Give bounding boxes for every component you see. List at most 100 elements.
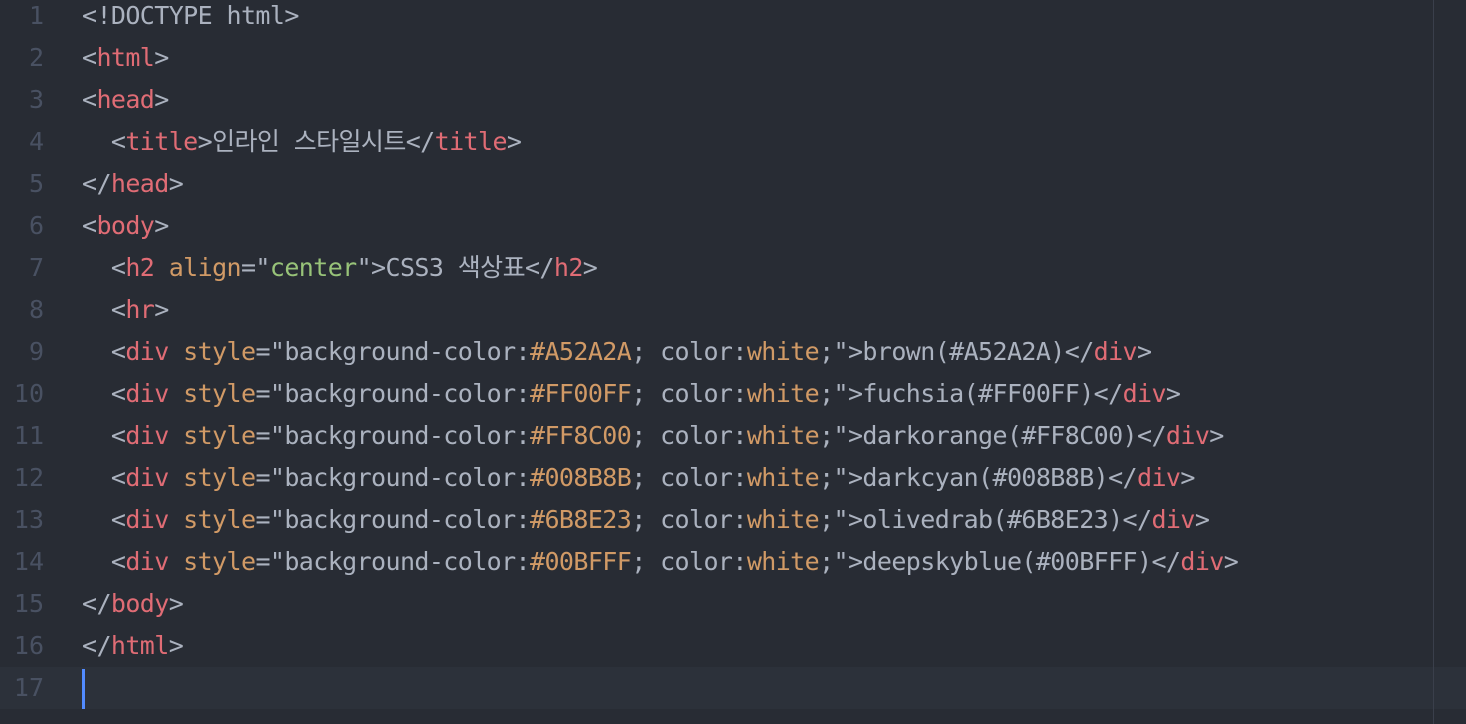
code-text[interactable]: <html> bbox=[82, 37, 169, 79]
code-token: > bbox=[1165, 379, 1181, 408]
code-token: ="background-color: bbox=[255, 421, 531, 450]
code-text[interactable]: </body> bbox=[82, 583, 184, 625]
code-token: ;">deepskyblue(#00BFFF)</ bbox=[819, 547, 1181, 576]
code-token: html bbox=[96, 43, 155, 72]
code-token: > bbox=[1223, 547, 1239, 576]
line-number: 10 bbox=[13, 379, 44, 408]
code-token: > bbox=[154, 43, 169, 72]
code-line[interactable]: 14 <div style="background-color:#00BFFF;… bbox=[0, 541, 1434, 583]
code-text[interactable]: <h2 align="center">CSS3 색상표</h2> bbox=[82, 247, 598, 289]
line-number: 13 bbox=[13, 505, 44, 534]
code-text[interactable]: </html> bbox=[82, 625, 184, 667]
code-token: align bbox=[168, 253, 242, 282]
code-token: > bbox=[168, 631, 184, 660]
line-number: 1 bbox=[28, 1, 44, 30]
code-text[interactable]: <div style="background-color:#FF8C00; co… bbox=[82, 415, 1224, 457]
code-token: div bbox=[1165, 421, 1210, 450]
code-token: >인라인 스타일시트</ bbox=[197, 127, 436, 156]
line-number: 4 bbox=[28, 127, 44, 156]
code-line[interactable]: 13 <div style="background-color:#6B8E23;… bbox=[0, 499, 1434, 541]
code-line[interactable]: 3 <head> bbox=[0, 79, 1434, 121]
code-line[interactable]: 11 <div style="background-color:#FF8C00;… bbox=[0, 415, 1434, 457]
line-number: 11 bbox=[13, 421, 44, 450]
code-token: #6B8E23 bbox=[530, 505, 632, 534]
code-editor[interactable]: 1 <!DOCTYPE html> 2 <html> 3 <head> 4 <title>인… bbox=[0, 0, 1466, 724]
code-token: ; color: bbox=[631, 379, 747, 408]
line-number: 15 bbox=[13, 589, 44, 618]
line-number: 7 bbox=[28, 253, 44, 282]
code-text[interactable]: <div style="background-color:#00BFFF; co… bbox=[82, 541, 1239, 583]
code-token: div bbox=[125, 505, 169, 534]
code-token: div bbox=[1093, 337, 1138, 366]
code-token: style bbox=[183, 463, 256, 492]
code-line[interactable]: 8 <hr> bbox=[0, 289, 1434, 331]
code-token: < bbox=[82, 379, 126, 408]
code-token: #008B8B bbox=[530, 463, 632, 492]
code-token: > bbox=[1194, 505, 1210, 534]
code-text[interactable]: <title>인라인 스타일시트</title> bbox=[82, 121, 522, 163]
code-token: title bbox=[125, 127, 198, 156]
text-cursor bbox=[82, 669, 85, 709]
code-token: < bbox=[82, 211, 97, 240]
line-number: 16 bbox=[13, 631, 44, 660]
code-line[interactable]: 9 <div style="background-color:#A52A2A; … bbox=[0, 331, 1434, 373]
code-token: style bbox=[183, 337, 256, 366]
code-line[interactable]: 16 </html> bbox=[0, 625, 1434, 667]
code-token: > bbox=[154, 295, 169, 324]
code-token: ; color: bbox=[631, 505, 747, 534]
code-token: title bbox=[434, 127, 508, 156]
code-token: head bbox=[96, 85, 155, 114]
code-token: > bbox=[168, 589, 184, 618]
code-line[interactable]: 6 <body> bbox=[0, 205, 1434, 247]
line-number: 5 bbox=[28, 169, 44, 198]
code-token: > bbox=[1180, 463, 1195, 492]
code-token: </ bbox=[82, 631, 112, 660]
code-token: div bbox=[1180, 547, 1224, 576]
code-text[interactable]: <head> bbox=[82, 79, 169, 121]
code-token: < bbox=[82, 421, 126, 450]
code-token: ="background-color: bbox=[255, 547, 531, 576]
code-token: <!DOCTYPE html> bbox=[82, 1, 299, 30]
code-text[interactable]: <div style="background-color:#A52A2A; co… bbox=[82, 331, 1152, 373]
code-token: white bbox=[746, 337, 820, 366]
line-number: 14 bbox=[13, 547, 44, 576]
code-token: #00BFFF bbox=[530, 547, 632, 576]
code-line[interactable]: 15 </body> bbox=[0, 583, 1434, 625]
code-token: ; color: bbox=[631, 547, 747, 576]
code-text[interactable]: <!DOCTYPE html> bbox=[82, 0, 299, 37]
code-line[interactable]: 4 <title>인라인 스타일시트</title> bbox=[0, 121, 1434, 163]
code-token: style bbox=[183, 505, 256, 534]
code-text[interactable]: <div style="background-color:#008B8B; co… bbox=[82, 457, 1196, 499]
code-token: div bbox=[1137, 463, 1181, 492]
code-text[interactable]: <div style="background-color:#FF00FF; co… bbox=[82, 373, 1181, 415]
code-token: ="background-color: bbox=[255, 379, 531, 408]
code-line[interactable]: 1 <!DOCTYPE html> bbox=[0, 0, 1434, 37]
code-token: div bbox=[125, 421, 169, 450]
code-line[interactable]: 7 <h2 align="center">CSS3 색상표</h2> bbox=[0, 247, 1434, 289]
code-text[interactable]: </head> bbox=[82, 163, 184, 205]
code-token: < bbox=[82, 463, 126, 492]
code-token: ="background-color: bbox=[255, 463, 531, 492]
code-line[interactable]: 10 <div style="background-color:#FF00FF;… bbox=[0, 373, 1434, 415]
code-text[interactable]: <hr> bbox=[82, 289, 169, 331]
code-token: ;">olivedrab(#6B8E23)</ bbox=[819, 505, 1152, 534]
code-text[interactable]: <body> bbox=[82, 205, 169, 247]
code-token: white bbox=[746, 463, 820, 492]
code-line[interactable]: 5 </head> bbox=[0, 163, 1434, 205]
code-line[interactable]: 17 bbox=[0, 667, 1466, 709]
line-number: 3 bbox=[28, 85, 44, 114]
code-token: < bbox=[82, 253, 126, 282]
code-token: < bbox=[82, 295, 126, 324]
line-number: 8 bbox=[28, 295, 44, 324]
code-line[interactable]: 2 <html> bbox=[0, 37, 1434, 79]
code-token: ;">darkorange(#FF8C00)</ bbox=[819, 421, 1166, 450]
code-token: > bbox=[154, 85, 169, 114]
code-line[interactable]: 12 <div style="background-color:#008B8B;… bbox=[0, 457, 1434, 499]
code-token: #FF8C00 bbox=[530, 421, 632, 450]
code-text[interactable]: <div style="background-color:#6B8E23; co… bbox=[82, 499, 1210, 541]
code-token: h2 bbox=[125, 253, 155, 282]
